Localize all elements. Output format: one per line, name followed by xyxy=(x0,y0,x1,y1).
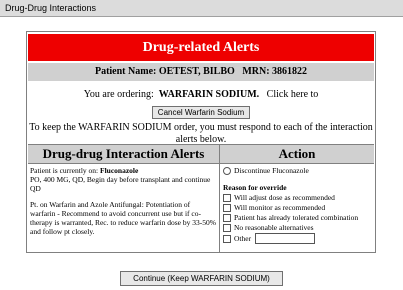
reason-option[interactable]: No reasonable alternatives xyxy=(223,223,371,232)
discontinue-option[interactable]: Discontinue Fluconazole xyxy=(223,166,371,175)
patient-name-label: Patient Name: xyxy=(94,66,157,77)
patient-bar: Patient Name: OETEST, BILBO MRN: 3861822 xyxy=(28,63,374,81)
alerts-column-heading: Drug-drug Interaction Alerts xyxy=(28,145,219,164)
action-column-heading: Action xyxy=(220,145,374,164)
mrn-value: 3861822 xyxy=(272,66,308,77)
continue-button[interactable]: Continue (Keep WARFARIN SODIUM) xyxy=(120,271,283,286)
ordering-prefix: You are ordering: xyxy=(83,89,154,100)
ordering-drug: WARFARIN SODIUM. xyxy=(158,89,260,100)
interaction-table: Drug-drug Interaction Alerts Patient is … xyxy=(28,144,374,253)
other-reason-option[interactable]: Other xyxy=(223,233,371,244)
discontinue-radio[interactable] xyxy=(223,166,231,175)
other-reason-checkbox[interactable] xyxy=(223,234,231,243)
ordering-line: You are ordering: WARFARIN SODIUM. Click… xyxy=(28,89,374,100)
reason-checkbox[interactable] xyxy=(223,193,231,202)
alerts-column: Drug-drug Interaction Alerts Patient is … xyxy=(28,145,220,253)
other-reason-input[interactable] xyxy=(255,233,316,244)
reason-checkbox[interactable] xyxy=(223,223,231,232)
ordering-suffix: Click here to xyxy=(266,89,319,100)
patient-name: OETEST, BILBO xyxy=(158,66,235,77)
discontinue-label: Discontinue Fluconazole xyxy=(234,166,309,175)
reason-option[interactable]: Will monitor as recommended xyxy=(223,203,371,212)
other-reason-label: Other xyxy=(234,234,252,243)
current-med: Patient is currently on: Fluconazole PO,… xyxy=(30,166,217,193)
current-med-name: Fluconazole xyxy=(100,166,139,175)
reason-label: Patient has already tolerated combinatio… xyxy=(234,213,359,222)
window-title: Drug-Drug Interactions xyxy=(0,0,403,17)
reason-checkbox[interactable] xyxy=(223,203,231,212)
reason-option[interactable]: Patient has already tolerated combinatio… xyxy=(223,213,371,222)
reason-label: Will adjust dose as recommended xyxy=(234,193,335,202)
current-med-detail: PO, 400 MG, QD, Begin day before transpl… xyxy=(30,175,211,193)
reason-label: Will monitor as recommended xyxy=(234,203,326,212)
reason-label: No reasonable alternatives xyxy=(234,223,314,232)
interaction-note: Pt. on Warfarin and Azole Antifungal: Po… xyxy=(30,200,216,236)
current-med-prefix: Patient is currently on: xyxy=(30,166,99,175)
override-reason-heading: Reason for override xyxy=(223,183,287,192)
reason-option[interactable]: Will adjust dose as recommended xyxy=(223,193,371,202)
action-column: Action Discontinue Fluconazole Reason fo… xyxy=(220,145,374,253)
alerts-header: Drug-related Alerts xyxy=(28,34,374,61)
mrn-label: MRN: xyxy=(242,66,270,77)
cancel-order-button[interactable]: Cancel Warfarin Sodium xyxy=(151,106,251,119)
reason-checkbox[interactable] xyxy=(223,213,231,222)
alerts-panel: Drug-related Alerts Patient Name: OETEST… xyxy=(26,31,376,253)
instruction-text: To keep the WARFARIN SODIUM order, you m… xyxy=(29,122,373,145)
